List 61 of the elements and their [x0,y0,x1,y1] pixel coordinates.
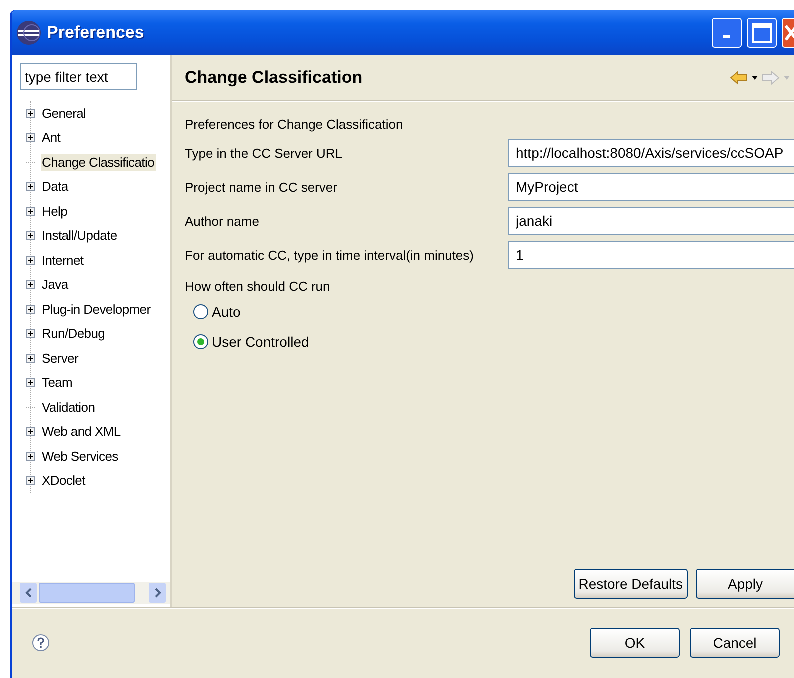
apply-button[interactable]: Apply [696,569,794,599]
page-description: Preferences for Change Classification [185,116,404,134]
tree-item[interactable]: Run/Debug [41,325,106,342]
field-label: For automatic CC, type in time interval(in minutes) [185,248,475,262]
scroll-thumb[interactable] [39,583,135,603]
tree-item[interactable]: Java [41,276,70,294]
tree-item[interactable]: Help [41,202,69,220]
tree-item[interactable]: Server [41,350,80,367]
expand-icon[interactable] [26,231,35,240]
tree-item[interactable]: Validation [41,398,96,416]
tree-item[interactable]: Web Services [41,448,120,465]
scroll-left-icon[interactable] [20,583,37,603]
expand-icon[interactable] [26,280,35,290]
text-field[interactable]: MyProject [508,173,794,201]
expand-icon[interactable] [26,182,35,192]
tree-item[interactable]: Team [41,374,74,392]
expand-icon[interactable] [26,329,35,338]
expand-icon[interactable] [26,108,35,118]
tree-item[interactable]: Change Classificatio [41,154,156,171]
restore-defaults-button[interactable]: Restore Defaults [574,569,688,599]
expand-icon[interactable] [26,304,35,314]
maximize-button[interactable] [747,18,777,48]
expand-icon[interactable] [26,206,35,216]
horizontal-scrollbar[interactable] [12,582,170,604]
text-field[interactable]: janaki [508,207,794,235]
field-label: Type in the CC Server URL [185,146,344,160]
tree-item[interactable]: Data [41,178,70,196]
text-field[interactable]: 1 [508,241,794,269]
expand-icon[interactable] [26,378,35,388]
radio-icon[interactable] [193,304,209,320]
radio-button[interactable]: User Controlled [193,332,310,351]
tree-item[interactable]: Plug-in Developmer [41,300,152,318]
cancel-button[interactable]: Cancel [690,628,780,658]
text-field[interactable]: http://localhost:8080/Axis/services/ccSOAP [508,139,794,167]
minimize-button[interactable] [712,18,742,48]
tree-item[interactable]: Install/Update [41,227,118,244]
expand-icon[interactable] [26,133,35,142]
ok-button[interactable]: OK [590,628,680,658]
filter-field[interactable]: type filter text [20,63,137,90]
close-button[interactable] [782,18,794,48]
page-title: Change Classification [185,68,363,88]
field-label: Project name in CC server [185,180,338,194]
app-icon [16,20,42,46]
expand-icon[interactable] [26,452,35,461]
expand-icon[interactable] [26,427,35,436]
expand-icon[interactable] [26,476,35,486]
tree-item[interactable]: General [41,104,88,122]
dropdown-icon[interactable] [752,76,758,80]
field-label: Author name [185,214,260,228]
tree-item[interactable]: Web and XML [41,423,122,440]
radio-button[interactable]: Auto [193,302,241,321]
radio-icon[interactable] [193,334,209,350]
group-label: How often should CC run [185,279,332,294]
scroll-right-icon[interactable] [149,583,166,603]
expand-icon[interactable] [26,354,35,363]
window-title: Preferences [47,22,144,42]
expand-icon[interactable] [26,256,35,265]
help-icon[interactable] [32,634,50,652]
tree-item[interactable]: Internet [41,252,85,269]
tree-item[interactable]: Ant [41,129,62,146]
tree-item[interactable]: XDoclet [41,472,86,490]
